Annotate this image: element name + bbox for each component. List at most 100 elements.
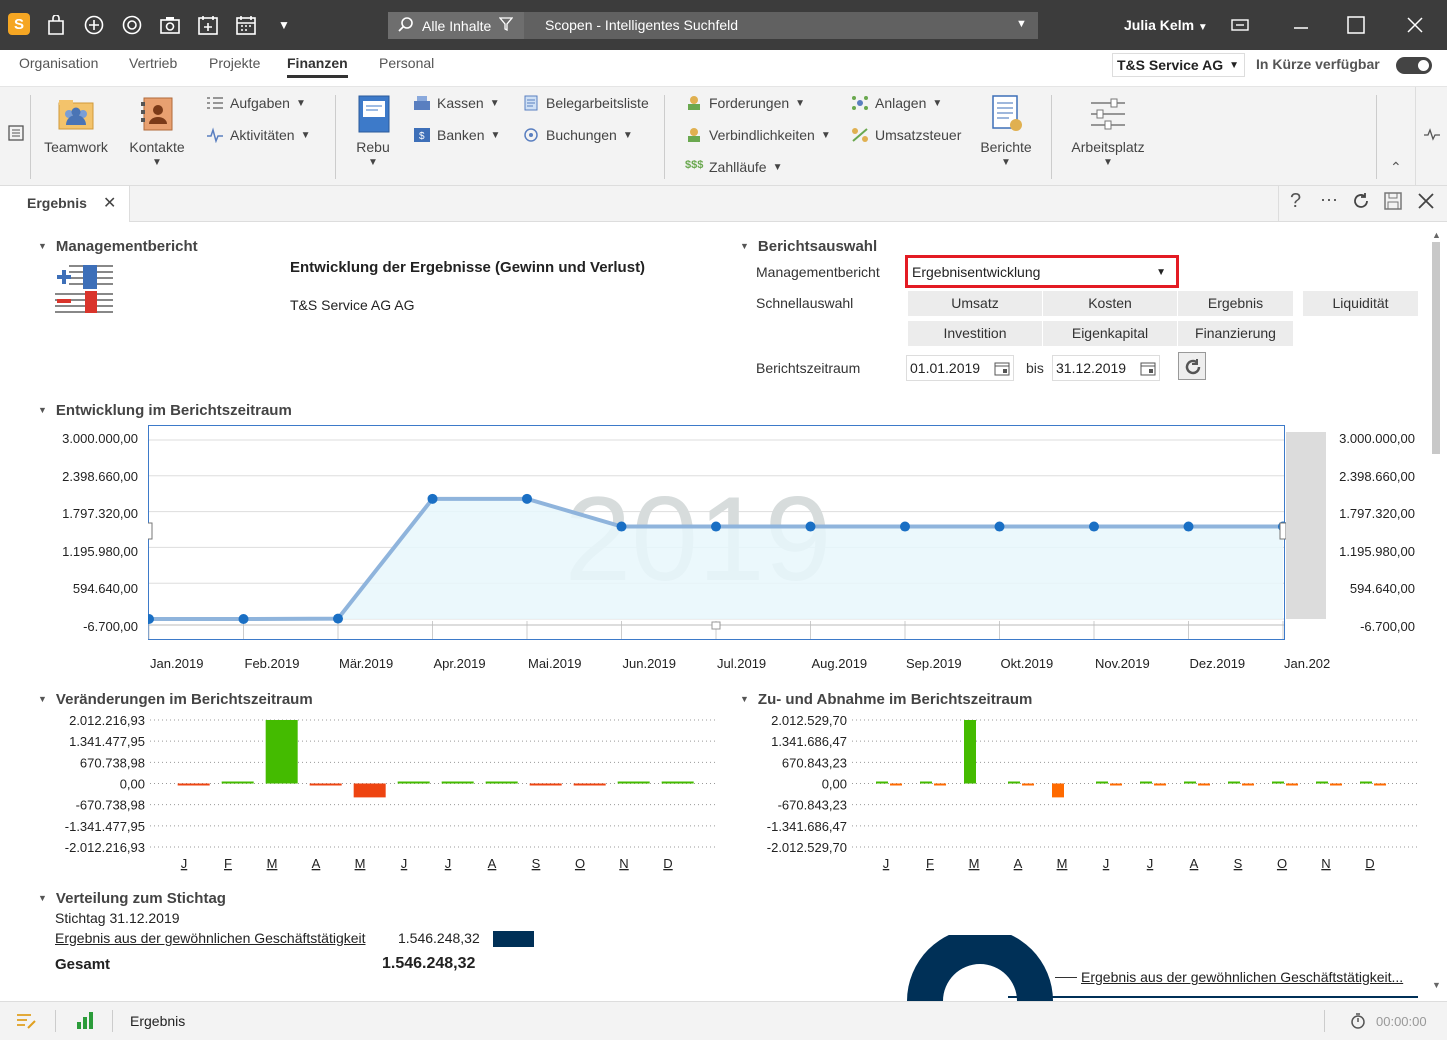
calendar-icon[interactable] [1140, 361, 1156, 379]
forderungen-button[interactable]: Forderungen ▼ [685, 95, 805, 111]
quick-liquiditaet-button[interactable]: Liquidität [1303, 291, 1418, 316]
search-input[interactable]: Scopen - Intelligentes Suchfeld [545, 17, 738, 33]
tab-projekte[interactable]: Projekte [209, 55, 260, 71]
collapse-ribbon-icon[interactable]: ⌃ [1390, 159, 1402, 176]
search-dropdown-icon[interactable]: ▼ [1016, 18, 1027, 30]
rebu-button[interactable]: Rebu ▼ [350, 95, 396, 168]
kassen-button[interactable]: Kassen ▼ [413, 95, 500, 111]
search-field[interactable]: Alle Inhalte Scopen - Intelligentes Such… [388, 12, 1038, 39]
buchungen-button[interactable]: Buchungen ▼ [522, 127, 633, 143]
calendar-add-icon[interactable] [197, 14, 219, 36]
quick-eigenkapital-button[interactable]: Eigenkapital [1043, 321, 1177, 346]
window-switch-icon[interactable] [1229, 14, 1251, 36]
section-managementbericht[interactable]: Managementbericht [38, 238, 198, 255]
chg-bar [529, 783, 562, 786]
search-filter[interactable]: Alle Inhalte [388, 12, 524, 39]
tab-vertrieb[interactable]: Vertrieb [129, 55, 177, 71]
tab-ergebnis[interactable]: Ergebnis ✕ [0, 186, 130, 222]
add-circle-icon[interactable] [83, 14, 105, 36]
activity-panel-toggle[interactable] [1415, 87, 1447, 187]
help-icon[interactable]: ? [1290, 190, 1301, 213]
dev-y-tick-right: 2.398.660,00 [1339, 468, 1415, 484]
close-document-icon[interactable] [1416, 191, 1436, 214]
app-logo-icon[interactable]: S [8, 13, 30, 35]
tab-ergebnis-label: Ergebnis [27, 195, 87, 211]
teamwork-button[interactable]: Teamwork [40, 95, 112, 155]
report-title: Entwicklung der Ergebnisse (Gewinn und V… [290, 259, 646, 276]
quick-finanzierung-button[interactable]: Finanzierung [1178, 321, 1293, 346]
chg-bar [441, 781, 474, 784]
quick-ergebnis-button[interactable]: Ergebnis [1178, 291, 1293, 316]
verbindlichkeiten-button[interactable]: Verbindlichkeiten ▼ [685, 127, 831, 143]
section-entwicklung-label: Entwicklung im Berichtszeitraum [55, 402, 292, 419]
quick-kosten-button[interactable]: Kosten [1043, 291, 1177, 316]
arbeitsplatz-button[interactable]: Arbeitsplatz ▼ [1068, 95, 1148, 168]
soon-toggle[interactable] [1396, 57, 1432, 74]
dev-y-tick-right: 3.000.000,00 [1339, 431, 1415, 446]
calendar-icon[interactable] [994, 361, 1010, 379]
quick-umsatz-button[interactable]: Umsatz [908, 291, 1042, 316]
cash-register-icon [413, 95, 431, 111]
sidebar-toggle-icon[interactable] [8, 125, 24, 144]
belegarbeitsliste-button[interactable]: Belegarbeitsliste [522, 95, 649, 111]
dev-data-point [616, 521, 627, 532]
scrollbar-thumb[interactable] [1432, 242, 1440, 454]
section-entwicklung[interactable]: Entwicklung im Berichtszeitraum [38, 402, 292, 419]
date-to-field[interactable]: 31.12.2019 [1052, 355, 1160, 381]
banken-button[interactable]: $ Banken ▼ [413, 127, 500, 143]
tab-finanzen[interactable]: Finanzen [287, 55, 348, 78]
tab-personal[interactable]: Personal [379, 55, 434, 71]
timer-icon[interactable] [1350, 1013, 1366, 1032]
chg-x-tick: J [181, 856, 188, 871]
minimize-icon[interactable] [1290, 14, 1312, 36]
vertical-scrollbar[interactable]: ▲ ▼ [1428, 226, 1444, 1001]
berichte-label: Berichte [980, 139, 1032, 155]
inc-y-tick: 2.012.529,70 [771, 713, 847, 728]
zahllaeufe-button[interactable]: $$$ Zahlläufe ▼ [685, 159, 783, 175]
inc-bar [1184, 781, 1196, 784]
anlagen-button[interactable]: Anlagen ▼ [851, 95, 942, 111]
chart-bars-icon[interactable] [76, 1010, 96, 1033]
save-icon[interactable] [1383, 191, 1403, 214]
refresh-report-button[interactable] [1178, 352, 1206, 380]
calendar-icon[interactable] [235, 14, 257, 36]
aktivitaeten-button[interactable]: Aktivitäten ▼ [206, 127, 311, 144]
inc-bar [1316, 781, 1328, 784]
user-menu[interactable]: Julia Kelm ▼ [1124, 17, 1208, 33]
report-select[interactable]: Ergebnisentwicklung ▼ [905, 255, 1179, 288]
berichte-button[interactable]: Berichte ▼ [976, 95, 1036, 168]
chg-x-tick: A [312, 856, 321, 871]
kontakte-button[interactable]: Kontakte ▼ [124, 95, 190, 168]
company-select[interactable]: T&S Service AG ▼ [1112, 53, 1245, 77]
tab-organisation[interactable]: Organisation [19, 55, 98, 71]
close-window-icon[interactable] [1404, 14, 1426, 36]
section-managementbericht-label: Managementbericht [55, 238, 198, 255]
maximize-icon[interactable] [1345, 14, 1367, 36]
dev-data-point [1089, 521, 1099, 532]
bag-icon[interactable] [45, 14, 67, 36]
chg-y-tick: 2.012.216,93 [69, 713, 145, 728]
date-from-field[interactable]: 01.01.2019 [906, 355, 1014, 381]
section-veraenderungen[interactable]: Veränderungen im Berichtszeitraum [38, 691, 313, 708]
donut-slice [907, 935, 1053, 1001]
notes-icon[interactable] [16, 1012, 36, 1033]
donut-legend-link[interactable]: Ergebnis aus der gewöhnlichen Geschäftst… [1081, 969, 1403, 985]
section-zu-abnahme[interactable]: Zu- und Abnahme im Berichtszeitraum [740, 691, 1032, 708]
quick-investition-button[interactable]: Investition [908, 321, 1042, 346]
more-options-icon[interactable]: ⋯ [1320, 190, 1338, 211]
close-tab-icon[interactable]: ✕ [103, 193, 116, 213]
camera-icon[interactable] [159, 14, 181, 36]
inc-bar-negative [1110, 783, 1122, 786]
section-verteilung[interactable]: Verteilung zum Stichtag [38, 890, 226, 907]
inc-bar [1228, 781, 1240, 784]
support-icon[interactable] [121, 14, 143, 36]
section-berichtsauswahl[interactable]: Berichtsauswahl [740, 238, 877, 255]
inc-x-tick: J [883, 856, 890, 871]
refresh-icon[interactable] [1351, 191, 1371, 214]
inc-x-tick: J [1147, 856, 1154, 871]
distribution-row-link[interactable]: Ergebnis aus der gewöhnlichen Geschäftst… [55, 930, 366, 946]
activity-icon [206, 127, 224, 144]
aufgaben-button[interactable]: Aufgaben ▼ [206, 95, 306, 111]
more-dropdown-icon[interactable]: ▼ [273, 14, 295, 36]
umsatzsteuer-button[interactable]: Umsatzsteuer [851, 127, 961, 143]
